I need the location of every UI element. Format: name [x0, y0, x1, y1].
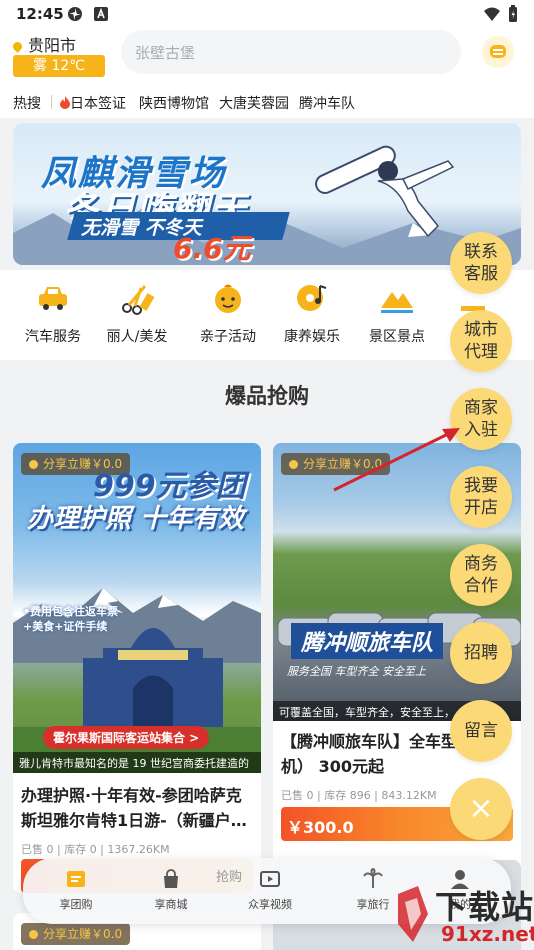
leave-message-button[interactable]: 留言 [450, 700, 512, 762]
hot-search-row: 热搜 日本签证 陕西博物馆 大唐芙蓉园 腾冲车队 [0, 86, 534, 118]
hot-search-item-1[interactable]: 日本签证 [60, 93, 126, 113]
annotation-arrow [333, 428, 460, 492]
business-cooperation-button[interactable]: 商务合作 [450, 544, 512, 606]
contact-service-button[interactable]: 联系客服 [450, 232, 512, 294]
product-title: 办理护照·十年有效-参团哈萨克斯坦雅尔肯特1日游-（新疆户… [21, 786, 247, 830]
button-label: 我要开店 [464, 476, 498, 518]
close-menu-button[interactable]: × [450, 778, 512, 840]
image-caption: 可覆盖全国，车型齐全，安全至上， [279, 706, 455, 719]
button-label: 城市代理 [464, 320, 498, 362]
chat-bubble-icon [490, 45, 506, 58]
share-earn-badge: 分享立赚￥0.0 [21, 923, 131, 945]
pinwheel-icon [68, 7, 82, 21]
header: 贵阳市 雾 12℃ [0, 28, 534, 86]
promo-banner[interactable]: 凤麒滑雪场 冬日嗨翻天 无滑雪 不冬天 6.6元 [13, 123, 521, 265]
product-stats: 已售 0 | 库存 0 | 1367.26KM [21, 843, 170, 856]
button-label: 联系客服 [464, 242, 498, 284]
palm-tree-icon [363, 868, 383, 888]
nav-label: 众享视频 [248, 898, 292, 911]
city-agent-button[interactable]: 城市代理 [450, 310, 512, 372]
city-name: 贵阳市 [28, 36, 77, 55]
city-selector[interactable]: 贵阳市 [11, 32, 77, 56]
category-entertainment[interactable]: 康养娱乐 [272, 276, 352, 346]
category-label: 康养娱乐 [284, 329, 340, 345]
fire-icon [60, 96, 70, 109]
hot-search-item-4[interactable]: 腾冲车队 [299, 93, 355, 113]
shopping-bag-icon [164, 869, 178, 888]
product-card-1[interactable]: 分享立赚￥0.0 999元参团 办理护照 十年有效 •费用包含往返车票 +美食+… [13, 443, 261, 893]
nav-video[interactable]: 众享视频 [235, 868, 305, 912]
category-scenic[interactable]: 景区景点 [357, 276, 437, 346]
scissors-comb-icon [122, 285, 155, 315]
button-label: 商务合作 [464, 554, 498, 596]
image-bullet-2: +美食+证件手续 [23, 620, 108, 633]
snowboarder-illustration [315, 145, 455, 238]
image-bullet-1: •费用包含往返车票 [23, 605, 119, 618]
coin-icon [289, 460, 298, 469]
battery-icon [509, 5, 517, 22]
status-time: 12:45 [16, 5, 64, 23]
coin-icon [29, 930, 38, 939]
category-label: 丽人/美发 [106, 329, 168, 345]
image-subheadline: 服务全国 车型齐全 安全至上 [287, 665, 426, 678]
video-icon [260, 871, 280, 887]
button-label: 留言 [464, 721, 498, 741]
nav-label: 享商城 [154, 898, 188, 911]
category-car-service[interactable]: 汽车服务 [13, 276, 93, 346]
category-label: 景区景点 [369, 329, 425, 345]
product-stats: 已售 0 | 库存 896 | 843.12KM [281, 789, 437, 802]
nav-mall[interactable]: 享商城 [136, 868, 206, 912]
message-button[interactable] [482, 36, 514, 68]
badge-text: 分享立赚￥0.0 [43, 927, 123, 941]
nav-group-buy[interactable]: 享团购 [41, 868, 111, 912]
location-pin-icon [11, 40, 24, 53]
product-price: ￥300.0 [287, 818, 354, 837]
image-subheadline: 办理护照 十年有效 [27, 504, 245, 534]
close-icon: × [468, 791, 494, 826]
coupon-icon [67, 871, 85, 887]
nav-label: 享团购 [59, 898, 93, 911]
hot-search-item-2[interactable]: 陕西博物馆 [139, 93, 209, 113]
weather-badge: 雾 12℃ [13, 55, 105, 77]
banner-price: 6.6元 [173, 232, 251, 265]
category-beauty[interactable]: 丽人/美发 [97, 276, 177, 346]
category-kids[interactable]: 亲子活动 [188, 276, 268, 346]
watermark-logo-icon [398, 886, 428, 942]
button-label: 商家入驻 [464, 398, 498, 440]
category-label: 亲子活动 [200, 329, 256, 345]
recruitment-button[interactable]: 招聘 [450, 622, 512, 684]
image-caption: 雅儿肯特市最知名的是 19 世纪宫商委托建造的 [19, 757, 249, 770]
divider [51, 95, 52, 109]
button-label: 招聘 [464, 643, 498, 663]
hot-search-text: 日本签证 [70, 96, 126, 112]
music-disc-icon [297, 285, 327, 311]
hot-search-item-3[interactable]: 大唐芙蓉园 [219, 93, 289, 113]
wifi-icon [484, 7, 500, 21]
child-face-icon [215, 284, 241, 313]
image-headline: 腾冲顺旅车队 [291, 623, 444, 659]
mountain-icon [381, 292, 413, 313]
search-bar[interactable] [121, 30, 461, 76]
car-icon [39, 287, 67, 310]
hot-search-label: 热搜 [13, 96, 41, 112]
image-ribbon: 霍尔果斯国际客运站集合 > [43, 726, 210, 749]
watermark-url: 91xz.net [441, 922, 534, 946]
watermark: 下载站 91xz.net [393, 880, 534, 950]
notification-a-icon [94, 7, 108, 21]
coin-icon [29, 460, 38, 469]
category-label: 汽车服务 [25, 329, 81, 345]
search-input[interactable] [121, 30, 437, 76]
status-bar: 12:45 [0, 0, 534, 28]
